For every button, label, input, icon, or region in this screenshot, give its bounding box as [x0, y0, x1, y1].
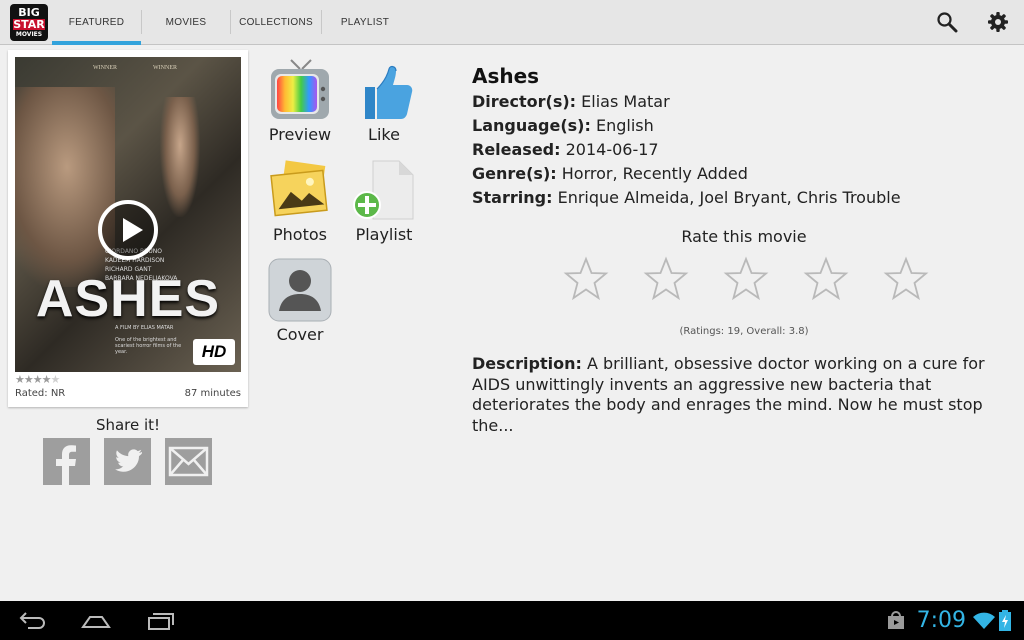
released-row: Released: 2014-06-17 — [472, 138, 1020, 162]
tab-label: PLAYLIST — [340, 17, 390, 28]
home-icon[interactable] — [80, 609, 112, 633]
logo-line-3: MOVIES — [15, 31, 43, 38]
rate-star-2[interactable] — [643, 256, 689, 302]
director-row: Director(s): Elias Matar — [472, 90, 1020, 114]
gear-icon[interactable] — [987, 11, 1009, 33]
photos-label: Photos — [273, 225, 327, 244]
starring-label: Starring: — [472, 188, 553, 207]
photos-button[interactable]: Photos — [257, 157, 343, 252]
rate-star-1[interactable] — [563, 256, 609, 302]
preview-button[interactable]: Preview — [257, 57, 343, 152]
play-button[interactable] — [98, 200, 158, 260]
tab-featured[interactable]: FEATURED — [52, 0, 141, 45]
rate-prompt: Rate this movie — [681, 227, 807, 246]
back-icon[interactable] — [16, 609, 48, 633]
wifi-icon — [973, 612, 995, 629]
star-icon: ★ — [23, 373, 34, 386]
system-clock: 7:09 — [916, 608, 966, 633]
logo-line-1: BIG — [18, 6, 40, 19]
rate-star-4[interactable] — [803, 256, 849, 302]
released-value: 2014-06-17 — [565, 140, 659, 159]
language-label: Language(s): — [472, 116, 591, 135]
battery-icon — [999, 610, 1011, 631]
movie-duration: 87 minutes — [184, 388, 241, 399]
description-label: Description: — [472, 354, 582, 373]
system-navigation-bar — [0, 601, 1024, 640]
like-label: Like — [368, 125, 400, 144]
ratings-summary: (Ratings: 19, Overall: 3.8) — [679, 326, 809, 337]
add-to-playlist-button[interactable]: Playlist — [341, 157, 427, 252]
movie-description: Description: A brilliant, obsessive doct… — [472, 354, 1022, 436]
tab-label: COLLECTIONS — [239, 17, 313, 28]
poster-card: WINNER WINNER GIORDANO BRUNO KADEEM HARD… — [8, 50, 248, 407]
poster-laurel-left: WINNER — [93, 65, 117, 71]
cover-button[interactable]: Cover — [257, 257, 343, 352]
poster-figure-art — [160, 97, 200, 217]
tab-label: MOVIES — [165, 17, 207, 28]
playlist-label: Playlist — [355, 225, 413, 244]
movie-poster[interactable]: WINNER WINNER GIORDANO BRUNO KADEEM HARD… — [15, 57, 241, 372]
recent-apps-icon[interactable] — [145, 609, 177, 633]
poster-face-art — [15, 87, 115, 287]
genre-row: Genre(s): Horror, Recently Added — [472, 162, 1020, 186]
starring-row: Starring: Enrique Almeida, Joel Bryant, … — [472, 186, 1020, 210]
poster-star-rating: ★★★★★ — [15, 373, 61, 386]
genre-label: Genre(s): — [472, 164, 557, 183]
app-logo[interactable]: BIG STAR MOVIES — [10, 4, 48, 41]
hd-badge: HD — [193, 339, 235, 365]
thumbs-up-icon — [365, 65, 413, 119]
preview-label: Preview — [268, 125, 332, 144]
starring-value: Enrique Almeida, Joel Bryant, Chris Trou… — [557, 188, 901, 207]
email-icon[interactable] — [165, 438, 212, 485]
add-document-icon — [353, 160, 414, 220]
poster-director-credit: A FILM BY ELIAS MATAR — [115, 325, 174, 331]
poster-title-art: ASHES — [35, 270, 221, 328]
genre-value: Horror, Recently Added — [561, 164, 748, 183]
star-icon: ★ — [50, 373, 61, 386]
photos-icon — [270, 160, 328, 217]
star-icon: ★ — [41, 373, 52, 386]
tab-movies[interactable]: MOVIES — [142, 0, 230, 45]
content-rating: Rated: NR — [15, 388, 66, 399]
movie-title: Ashes — [472, 64, 540, 88]
director-label: Director(s): — [472, 92, 577, 111]
poster-quote: One of the brightest and scariest horror… — [115, 337, 182, 355]
action-bar: BIG STAR MOVIES FEATURED MOVIES COLLECTI… — [0, 0, 1024, 45]
tab-label: FEATURED — [68, 17, 125, 28]
search-icon[interactable] — [936, 11, 958, 33]
language-value: English — [595, 116, 654, 135]
rate-star-3[interactable] — [723, 256, 769, 302]
rate-star-5[interactable] — [883, 256, 929, 302]
user-cover-icon — [268, 258, 332, 322]
store-notification-icon[interactable] — [884, 609, 908, 633]
poster-laurel-right: WINNER — [153, 65, 177, 71]
star-icon: ★ — [32, 373, 43, 386]
logo-line-2: STAR — [13, 18, 45, 31]
cover-label: Cover — [276, 325, 324, 344]
facebook-icon[interactable] — [43, 438, 90, 485]
tab-collections[interactable]: COLLECTIONS — [231, 0, 321, 45]
released-label: Released: — [472, 140, 561, 159]
language-row: Language(s): English — [472, 114, 1020, 138]
tab-playlist[interactable]: PLAYLIST — [322, 0, 408, 45]
tv-icon — [271, 59, 329, 119]
movie-details: Ashes Director(s): Elias Matar Language(… — [472, 64, 1020, 210]
director-value: Elias Matar — [581, 92, 670, 111]
twitter-icon[interactable] — [104, 438, 151, 485]
share-label: Share it! — [95, 416, 161, 434]
star-icon: ★ — [15, 373, 25, 386]
like-button[interactable]: Like — [341, 57, 427, 152]
